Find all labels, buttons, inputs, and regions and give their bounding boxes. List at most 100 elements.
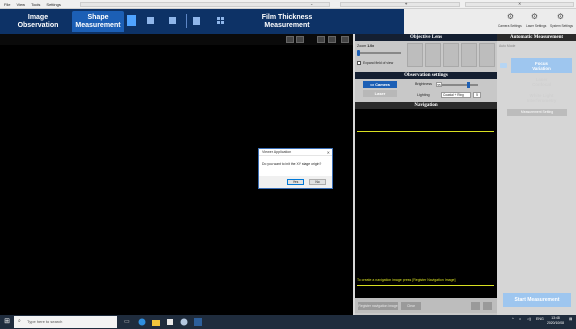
tab-shape-measurement[interactable]: Shape Measurement bbox=[72, 11, 124, 32]
focus-variation-line2: Variation bbox=[532, 65, 551, 71]
yes-button[interactable]: Yes bbox=[287, 179, 304, 185]
start-measurement-button[interactable]: Start Measurement bbox=[503, 293, 571, 307]
tab-film-thickness-line1: Film Thickness bbox=[261, 14, 313, 21]
language-indicator[interactable]: ENG bbox=[536, 317, 544, 321]
close-icon[interactable]: ✕ bbox=[327, 149, 330, 156]
expand-fov-checkbox[interactable] bbox=[357, 61, 361, 65]
menu-settings[interactable]: Settings bbox=[46, 2, 60, 7]
focus-variation-button[interactable]: Focus Variation bbox=[511, 58, 572, 73]
laser-confocal-button[interactable]: Laser Confocal bbox=[511, 74, 572, 89]
control-panel: Objective Lens Zoom 1.0x Expand field of… bbox=[355, 34, 497, 315]
menu-tools[interactable]: Tools bbox=[31, 2, 40, 7]
viewer-toolbar bbox=[0, 34, 353, 45]
brightness-slider-handle[interactable] bbox=[467, 82, 470, 88]
tray-chevron-icon[interactable]: ^ bbox=[512, 317, 514, 321]
measurement-setting-button[interactable]: Measurement Setting bbox=[507, 109, 567, 116]
measure-tool-icon-1[interactable] bbox=[127, 15, 136, 26]
menu-bar: File View Tools Settings ⌄ ⌖ ✕ bbox=[0, 0, 576, 9]
laser-settings-label[interactable]: Laser Settings bbox=[526, 24, 546, 28]
objective-lens-slot-3[interactable] bbox=[443, 43, 459, 67]
tab-image-observation-line1: Image bbox=[27, 14, 49, 21]
navigation-canvas[interactable]: To create a navigation image press [Regi… bbox=[355, 109, 497, 298]
observation-settings: Observation settings ▭ Camera Laser Brig… bbox=[355, 72, 497, 101]
system-settings-icon[interactable]: ⚙ bbox=[556, 12, 565, 21]
windows-start-icon[interactable]: ⊞ bbox=[3, 318, 11, 326]
ribbon-collapse-strip-2[interactable] bbox=[340, 2, 460, 7]
objective-lens-slot-4[interactable] bbox=[461, 43, 477, 67]
camera-button-label: Camera bbox=[375, 82, 390, 87]
store-icon[interactable] bbox=[166, 318, 174, 326]
ribbon-collapse-strip-1[interactable] bbox=[80, 2, 330, 7]
clear-navigation-button[interactable]: Clear bbox=[401, 302, 421, 310]
menu-file[interactable]: File bbox=[4, 2, 10, 7]
viewer-tool-icon-4[interactable] bbox=[328, 36, 336, 43]
system-settings-label[interactable]: System Settings bbox=[550, 24, 573, 28]
tab-image-observation[interactable]: Image Observation bbox=[8, 11, 68, 32]
focus-variation-indicator bbox=[500, 63, 507, 68]
brightness-label: Brightness bbox=[415, 82, 432, 86]
ribbon-separator bbox=[186, 14, 187, 28]
objective-lens-slot-2[interactable] bbox=[425, 43, 441, 67]
grid-icon[interactable] bbox=[216, 15, 225, 26]
nav-tool-icon-1[interactable] bbox=[471, 302, 480, 310]
tab-shape-measurement-line2: Measurement bbox=[75, 21, 121, 29]
auto-mode-label: Auto Mode bbox=[499, 44, 516, 48]
menu-view[interactable]: View bbox=[16, 2, 25, 7]
navigation-header: Navigation bbox=[355, 102, 497, 109]
white-light-line2: Interferometry bbox=[526, 97, 557, 103]
viewer-tool-icon-1[interactable] bbox=[286, 36, 294, 43]
clock-date: 2020/10/08 bbox=[547, 321, 564, 325]
tab-shape-measurement-line1: Shape bbox=[87, 14, 109, 21]
pin-icon[interactable]: ⌖ bbox=[405, 1, 407, 6]
measure-tool-icon-3[interactable] bbox=[168, 15, 177, 26]
zoom-control: Zoom 1.0x Expand field of view bbox=[355, 41, 405, 71]
network-icon[interactable]: ⌂ bbox=[519, 317, 521, 321]
laser-button[interactable]: Laser bbox=[363, 90, 397, 97]
camera-settings-icon[interactable]: ⚙ bbox=[506, 12, 515, 21]
dialog-button-row: Yes No bbox=[259, 176, 332, 188]
observation-settings-header: Observation settings bbox=[355, 72, 497, 79]
measure-tool-icon-2[interactable] bbox=[146, 15, 155, 26]
navigation-button-bar: Register navigation image Clear bbox=[355, 298, 497, 313]
volume-icon[interactable]: ◁) bbox=[527, 317, 531, 321]
register-navigation-button[interactable]: Register navigation image bbox=[358, 302, 398, 310]
ribbon: Image Observation Shape Measurement Film… bbox=[0, 9, 576, 34]
settings-panel: ⚙ Camera Settings ⚙ Laser Settings ⚙ Sys… bbox=[404, 9, 576, 34]
brightness-slider-track[interactable] bbox=[442, 84, 478, 86]
edge-icon[interactable] bbox=[138, 318, 146, 326]
zoom-slider-handle[interactable] bbox=[357, 50, 360, 56]
zoom-label: Zoom 1.0x bbox=[357, 44, 374, 48]
objective-lens-slot-5[interactable] bbox=[479, 43, 495, 67]
laser-confocal-line2: Confocal bbox=[532, 81, 551, 87]
taskbar-clock[interactable]: 13:48 2020/10/08 bbox=[547, 316, 564, 326]
lighting-select[interactable]: Coaxial + Ring bbox=[441, 92, 471, 98]
chevron-down-icon[interactable]: ⌄ bbox=[310, 1, 313, 6]
paint-icon[interactable] bbox=[180, 318, 188, 326]
objective-lens-slot-1[interactable] bbox=[407, 43, 423, 67]
dialog-message: Do you want to init the XY stage origin? bbox=[262, 162, 322, 166]
no-button[interactable]: No bbox=[309, 179, 326, 185]
viewer-tool-icon-2[interactable] bbox=[296, 36, 304, 43]
white-light-button[interactable]: White Light Interferometry bbox=[511, 90, 572, 105]
expand-fov-label: Expand field of view bbox=[363, 61, 394, 65]
viewer-app-taskbar-icon[interactable] bbox=[194, 318, 202, 326]
file-explorer-icon[interactable] bbox=[152, 318, 160, 326]
taskbar-search[interactable]: Type here to search bbox=[14, 316, 117, 328]
navigation-hint: To create a navigation image press [Regi… bbox=[357, 278, 456, 282]
measure-tool-icon-4[interactable] bbox=[192, 15, 201, 26]
pin-icon-2[interactable]: ✕ bbox=[518, 1, 521, 6]
task-view-icon[interactable]: ▭ bbox=[124, 318, 132, 326]
viewer-tool-icon-3[interactable] bbox=[317, 36, 325, 43]
lighting-level-select[interactable]: 5 bbox=[473, 92, 481, 98]
camera-button[interactable]: ▭ Camera bbox=[363, 81, 397, 88]
nav-tool-icon-2[interactable] bbox=[483, 302, 492, 310]
camera-settings-label[interactable]: Camera Settings bbox=[498, 24, 522, 28]
notification-icon[interactable]: ▤ bbox=[569, 317, 572, 321]
viewer-tool-icon-5[interactable] bbox=[341, 36, 349, 43]
dialog-title: Viewer Application bbox=[262, 150, 292, 154]
zoom-slider-track[interactable] bbox=[357, 52, 401, 54]
tab-film-thickness[interactable]: Film Thickness Measurement bbox=[252, 11, 322, 32]
navigation-frame-bottom bbox=[357, 285, 494, 286]
laser-settings-icon[interactable]: ⚙ bbox=[530, 12, 539, 21]
tab-film-thickness-line2: Measurement bbox=[264, 21, 310, 29]
